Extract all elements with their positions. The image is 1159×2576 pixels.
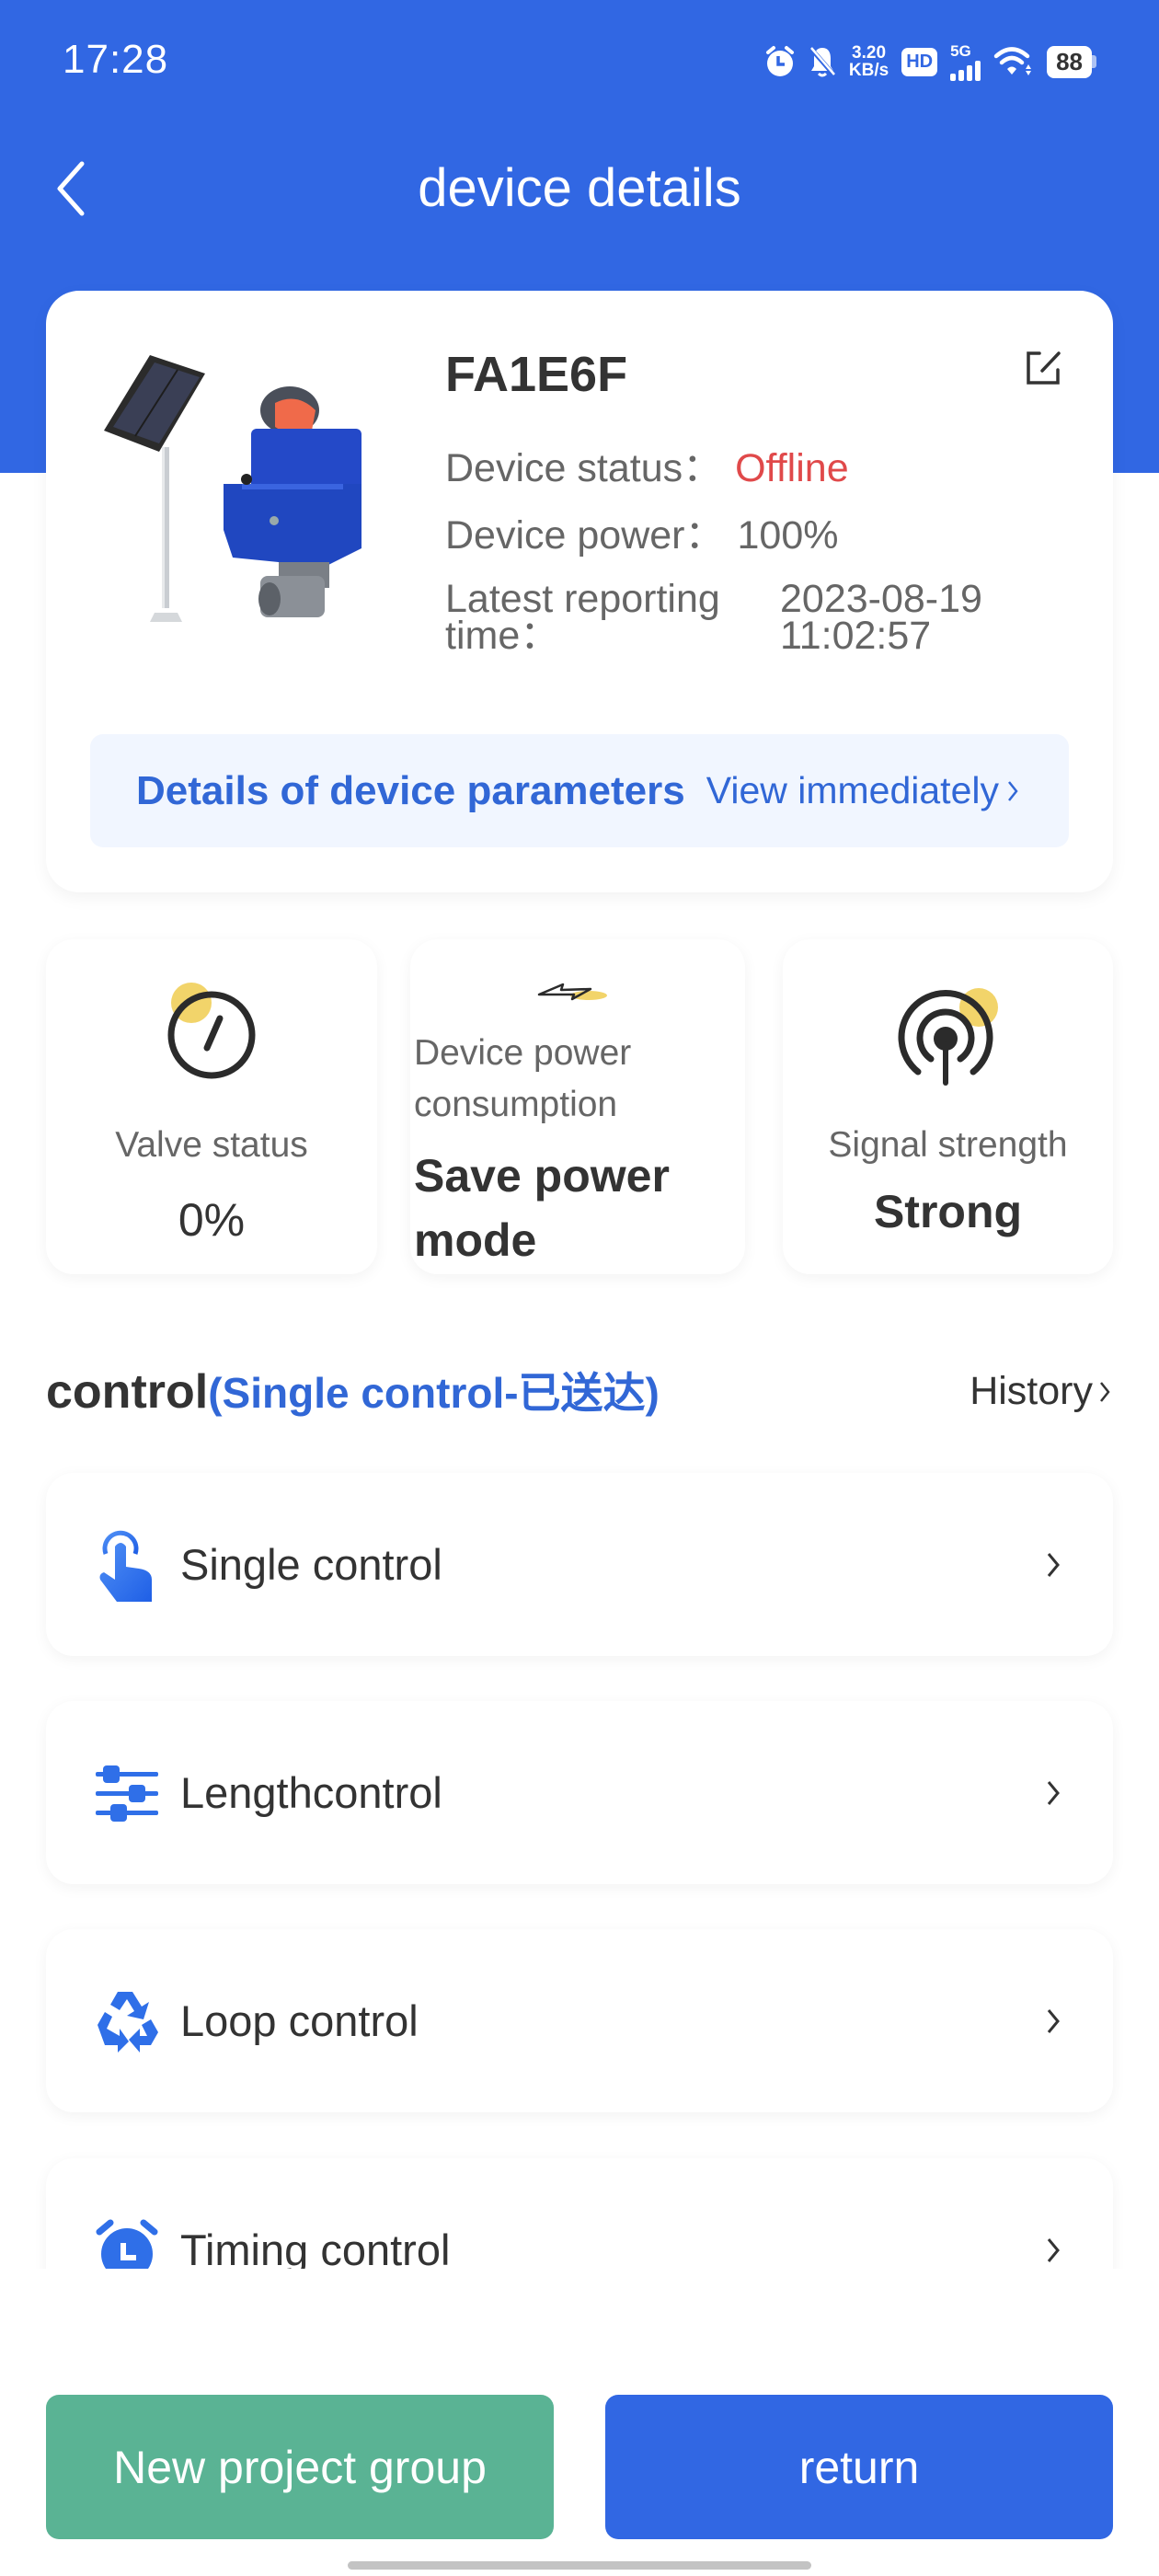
device-power-value: 100% (737, 513, 839, 558)
chevron-right-icon (1047, 2237, 1060, 2262)
home-indicator[interactable] (348, 2561, 811, 2570)
solar-panel-illustration (104, 355, 205, 622)
network-speed-unit: KB/s (848, 61, 889, 80)
stat-card-valve-status: Valve status 0% (46, 939, 377, 1274)
device-status-row: Device status： Offline (445, 447, 849, 489)
device-image (104, 355, 361, 622)
stat-value: Strong (873, 1186, 1023, 1237)
chevron-right-icon (1100, 1381, 1110, 1402)
alarm-clock-icon (92, 2215, 162, 2269)
stat-label: Signal strength (828, 1125, 1068, 1165)
control-item-label: Timing control (180, 2225, 451, 2269)
status-icons: 3.20 KB/s HD 5G 88 (764, 40, 1096, 83)
network-speed: 3.20 KB/s (849, 44, 889, 79)
stat-card-signal-strength: Signal strength Strong (783, 939, 1113, 1274)
control-item-timing[interactable]: Timing control (46, 2158, 1113, 2269)
latest-reporting-label: Latest reporting time： (445, 577, 720, 658)
alarm-icon (764, 45, 796, 78)
control-item-single[interactable]: Single control (46, 1473, 1113, 1656)
stat-value: Save power mode (414, 1150, 670, 1266)
control-item-length[interactable]: Lengthcontrol (46, 1701, 1113, 1884)
chevron-right-icon (1008, 780, 1018, 801)
latest-reporting-time: 11:02:57 (780, 614, 932, 658)
battery-icon: 88 (1047, 45, 1096, 78)
chevron-right-icon (1047, 2008, 1060, 2033)
device-name: FA1E6F (445, 347, 628, 402)
latest-reporting-date: 2023-08-19 (780, 577, 982, 621)
chevron-right-icon (1047, 1780, 1060, 1805)
valve-actuator-illustration (224, 386, 361, 617)
broadcast-signal-icon (898, 988, 998, 1086)
edit-device-button[interactable] (1019, 344, 1067, 392)
tap-finger-icon (92, 1530, 162, 1602)
stat-value: 0% (178, 1194, 246, 1246)
control-item-label: Single control (180, 1540, 442, 1589)
gauge-icon (167, 983, 256, 1079)
cellular-signal-icon: 5G (950, 43, 981, 81)
control-section-title: control(Single control-已送达) (46, 1360, 660, 1420)
device-power-row: Device power： 100% (445, 514, 838, 557)
chevron-right-icon (1047, 1552, 1060, 1577)
view-immediately-link[interactable]: View immediately (706, 769, 1019, 812)
hd-icon: HD (901, 47, 938, 76)
control-item-label: Loop control (180, 1996, 419, 2045)
device-power-label: Device power： (445, 513, 725, 558)
control-subtitle: (Single control-已送达) (208, 1369, 660, 1417)
stat-label: Valve status (115, 1125, 308, 1165)
control-title: control (46, 1365, 209, 1419)
status-time: 17:28 (63, 37, 169, 82)
return-button[interactable]: return (605, 2395, 1113, 2539)
sliders-icon (92, 1758, 162, 1828)
history-label: History (970, 1369, 1093, 1413)
control-item-loop[interactable]: Loop control (46, 1929, 1113, 2112)
lightning-icon (537, 983, 607, 1001)
stat-card-power-consumption: Device power consumption Save power mode (410, 939, 745, 1274)
recycle-icon (92, 1986, 162, 2056)
battery-level: 88 (1047, 45, 1092, 78)
network-type: 5G (950, 41, 971, 60)
view-immediately-label: View immediately (706, 769, 999, 811)
device-status-label: Device status： (445, 446, 723, 490)
device-parameters-title: Details of device parameters (136, 767, 685, 813)
device-parameters-banner[interactable]: Details of device parameters View immedi… (90, 734, 1069, 847)
stat-label: Device power consumption (414, 1033, 632, 1124)
wifi-icon (993, 46, 1034, 77)
control-item-label: Lengthcontrol (180, 1768, 442, 1817)
network-speed-value: 3.20 (852, 43, 887, 63)
page-title: device details (418, 158, 741, 218)
mute-bell-icon (809, 45, 836, 78)
device-status-value: Offline (735, 446, 849, 490)
new-project-group-button[interactable]: New project group (46, 2395, 554, 2539)
latest-reporting-value: 2023-08-19 11:02:57 (780, 577, 1019, 658)
edit-icon (1027, 351, 1061, 385)
history-link[interactable]: History (970, 1369, 1111, 1414)
control-list: Single control Lengthcontrol Loop contro… (0, 1435, 1159, 2269)
device-info-card: FA1E6F Device status： Offline Device powe… (46, 291, 1113, 892)
